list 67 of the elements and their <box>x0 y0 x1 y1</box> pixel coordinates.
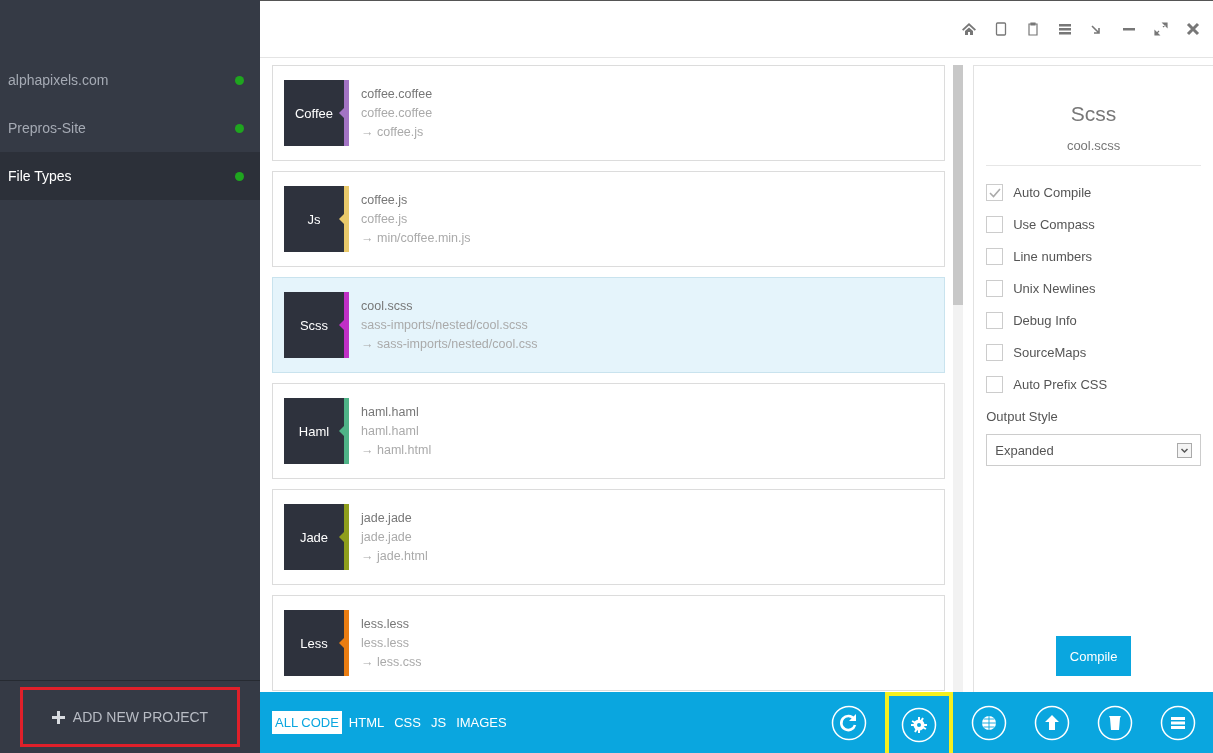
checkbox[interactable] <box>986 280 1004 297</box>
panel-title: Scss <box>1069 102 1118 126</box>
output-path: → jade.html <box>361 549 428 563</box>
file-type-badge: Scss <box>284 292 349 358</box>
output-path: → haml.html <box>361 443 432 457</box>
file-path: coffee.js <box>361 212 409 226</box>
option-label: Use Compass <box>1013 217 1095 232</box>
option-label: Unix Newlines <box>1013 281 1096 296</box>
settings-icon[interactable] <box>901 706 937 743</box>
clipboard-icon[interactable] <box>1025 21 1041 37</box>
output-style-select[interactable]: Expanded <box>986 434 1201 466</box>
expand-icon[interactable] <box>1153 21 1169 37</box>
output-path: → less.css <box>361 655 422 669</box>
file-type-badge: Jade <box>284 504 349 570</box>
file-card[interactable]: Haml haml.haml haml.haml → haml.html <box>272 383 946 479</box>
tablet-icon[interactable] <box>993 21 1009 37</box>
project-item[interactable]: File Types <box>0 152 260 200</box>
option-label: Line numbers <box>1013 249 1092 264</box>
project-item[interactable]: alphapixels.com <box>0 56 260 104</box>
checkbox[interactable] <box>986 344 1004 361</box>
lines-icon[interactable] <box>1057 21 1073 37</box>
plus-icon <box>51 710 65 724</box>
option-label: SourceMaps <box>1013 345 1087 360</box>
dropdown-icon <box>1177 442 1192 458</box>
option-label: Auto Prefix CSS <box>1013 377 1108 392</box>
option-label: Debug Info <box>1013 313 1077 328</box>
file-name: jade.jade <box>361 511 413 525</box>
file-name: coffee.coffee <box>361 87 433 101</box>
file-type-badge: Coffee <box>284 80 349 146</box>
upload-icon[interactable] <box>1034 704 1070 741</box>
close-icon[interactable] <box>1185 21 1201 37</box>
output-path: → min/coffee.min.js <box>361 231 471 245</box>
file-type-badge: Less <box>284 610 349 676</box>
panel-file-name: cool.scss <box>986 138 1201 166</box>
file-path: sass-imports/nested/cool.scss <box>361 318 529 332</box>
scrollbar[interactable] <box>953 65 964 692</box>
file-name: less.less <box>361 617 410 631</box>
file-type-badge: Js <box>284 186 349 252</box>
menu-icon[interactable] <box>1160 704 1196 741</box>
output-path: → sass-imports/nested/cool.css <box>361 337 538 351</box>
checkbox[interactable] <box>986 376 1004 393</box>
trash-icon[interactable] <box>1097 704 1133 741</box>
globe-icon[interactable] <box>971 704 1007 741</box>
file-card[interactable]: Coffee coffee.coffee coffee.coffee → coffee.js <box>272 65 946 161</box>
file-path: haml.haml <box>361 424 420 438</box>
home-icon[interactable] <box>961 21 977 37</box>
file-card[interactable]: Js coffee.js coffee.js → min/coffee.min.js <box>272 171 946 267</box>
project-item[interactable]: Prepros-Site <box>0 104 260 152</box>
refresh-icon[interactable] <box>831 704 867 741</box>
file-name: cool.scss <box>361 299 414 313</box>
file-card[interactable]: Jade jade.jade jade.jade → jade.html <box>272 489 946 585</box>
output-style-label: Output Style <box>986 409 1059 424</box>
file-path: less.less <box>361 636 410 650</box>
checkbox[interactable] <box>986 312 1004 329</box>
file-type-badge: Haml <box>284 398 349 464</box>
file-name: haml.haml <box>361 405 420 419</box>
output-path: → coffee.js <box>361 125 425 139</box>
file-path: coffee.coffee <box>361 106 433 120</box>
checkbox[interactable] <box>986 184 1004 201</box>
option-label: Auto Compile <box>1013 185 1092 200</box>
checkbox[interactable] <box>986 248 1004 265</box>
file-card[interactable]: Less less.less less.less → less.css <box>272 595 946 691</box>
file-path: jade.jade <box>361 530 413 544</box>
add-project-button[interactable]: ADD NEW PROJECT <box>20 687 240 747</box>
checkbox[interactable] <box>986 216 1004 233</box>
file-card[interactable]: Scss cool.scss sass-imports/nested/cool.scss → sass-imports/nested/cool.css <box>272 277 946 373</box>
file-name: coffee.js <box>361 193 409 207</box>
